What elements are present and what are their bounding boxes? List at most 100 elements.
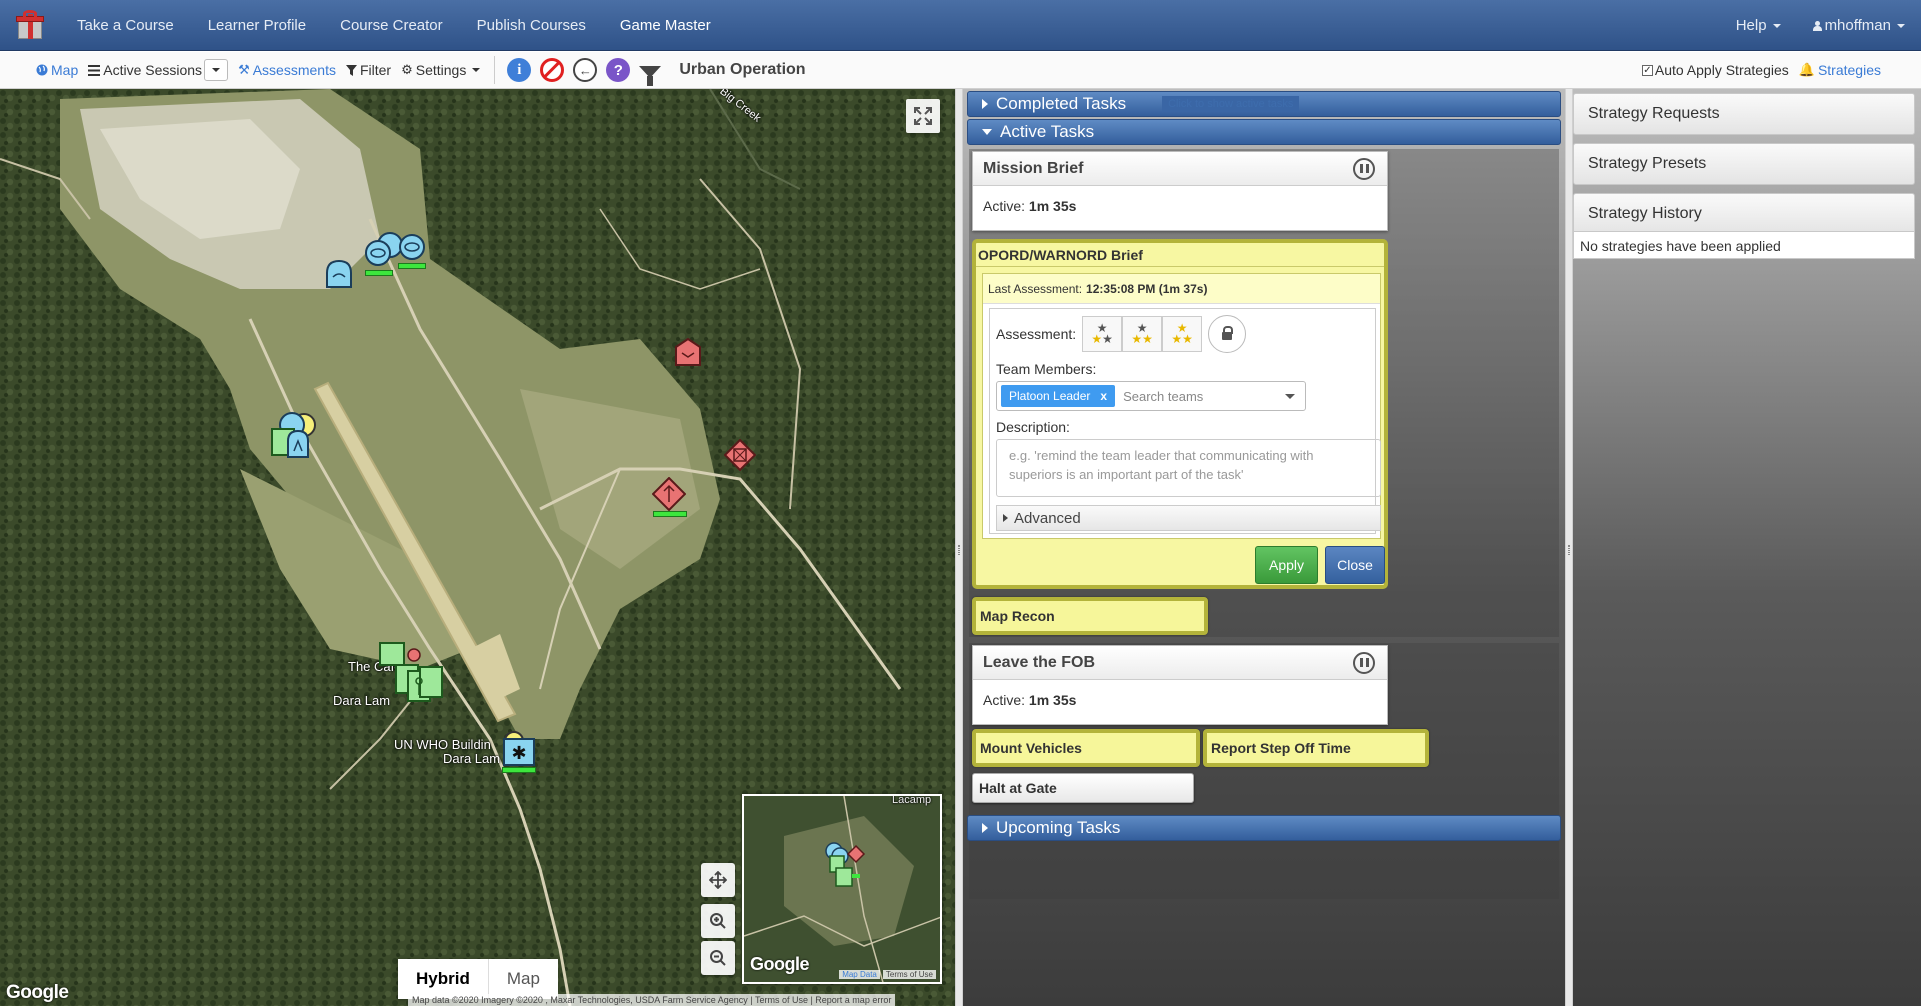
mount-vehicles-task[interactable]: Mount Vehicles xyxy=(972,729,1200,767)
assessment-box: Assessment: ★ ★★ ★ ★★ ★ ★★ Team Members: Pl… xyxy=(989,308,1381,534)
nav-course-creator[interactable]: Course Creator xyxy=(323,0,460,51)
task-group-2: Leave the FOB Active: 1m 35s Mount Vehic… xyxy=(969,643,1559,899)
map-recon-task[interactable]: Map Recon xyxy=(972,597,1208,635)
strategy-history-header[interactable]: Strategy History xyxy=(1573,193,1915,235)
nav-take-a-course[interactable]: Take a Course xyxy=(60,0,191,51)
upcoming-tasks-header[interactable]: Upcoming Tasks xyxy=(967,815,1561,841)
auto-apply-checkbox[interactable]: ✓ xyxy=(1641,64,1653,76)
satellite-map[interactable]: Big Creek The Cafe Dara Lam UN WHO Build… xyxy=(0,89,955,1006)
leave-fob-title: Leave the FOB xyxy=(983,653,1096,671)
mission-brief-task[interactable]: Mission Brief Active: 1m 35s xyxy=(972,151,1388,231)
team-members-label: Team Members: xyxy=(996,361,1097,377)
nav-publish-courses[interactable]: Publish Courses xyxy=(460,0,603,51)
info-icon[interactable]: i xyxy=(507,58,532,82)
completed-tasks-header[interactable]: Completed Tasks Click to show active tas… xyxy=(967,91,1561,117)
active-sessions-dropdown[interactable] xyxy=(204,59,229,81)
active-sessions-label: Active Sessions xyxy=(103,62,203,78)
apply-button[interactable]: Apply xyxy=(1255,546,1318,584)
hostile-unit-icon[interactable] xyxy=(674,337,702,367)
svg-text:✱: ✱ xyxy=(511,743,526,764)
advanced-toggle[interactable]: Advanced xyxy=(996,505,1381,531)
above-expectation-star-icon[interactable]: ★ ★★ xyxy=(1162,316,1203,352)
help-label: Help xyxy=(1735,16,1767,34)
overview-minimap[interactable]: Lacamp Google Map Data Terms of Use xyxy=(742,794,942,984)
pause-icon[interactable] xyxy=(1353,651,1375,674)
collapse-triangle-icon xyxy=(982,129,992,135)
caret-down-icon xyxy=(472,68,481,72)
dara-lam-label-2: Dara Lam xyxy=(443,751,501,766)
civilian-cluster-icon[interactable] xyxy=(378,641,458,711)
report-step-off-time-task[interactable]: Report Step Off Time xyxy=(1203,729,1429,767)
filter-button[interactable]: Filter xyxy=(345,62,391,78)
strategy-requests-header[interactable]: Strategy Requests xyxy=(1573,93,1915,135)
unit-health-bar xyxy=(398,263,426,269)
google-logo: Google xyxy=(6,982,69,1003)
active-tasks-header[interactable]: Active Tasks xyxy=(967,119,1561,145)
assessments-button[interactable]: ⚒ Assessments xyxy=(238,62,336,78)
assessments-label: Assessments xyxy=(252,62,336,78)
expand-icon xyxy=(914,107,932,125)
minimap-place-label: Lacamp xyxy=(892,794,932,806)
unlock-icon[interactable] xyxy=(1208,315,1247,353)
help-icon[interactable]: ? xyxy=(606,58,631,82)
map-label: Map xyxy=(51,62,79,78)
caret-down-icon xyxy=(1772,23,1781,28)
funnel-filter-icon[interactable] xyxy=(639,66,662,86)
team-members-select[interactable]: Platoon Leader x Search teams xyxy=(996,381,1306,411)
strategies-button[interactable]: 🔔 Strategies xyxy=(1799,62,1881,78)
filter-icon xyxy=(345,64,357,76)
strategy-history-empty: No strategies have been applied xyxy=(1573,231,1915,259)
team-chip-platoon-leader[interactable]: Platoon Leader x xyxy=(1001,385,1116,407)
scenario-title: Urban Operation xyxy=(679,61,806,78)
fullscreen-button[interactable] xyxy=(906,99,940,133)
strategy-presets-header[interactable]: Strategy Presets xyxy=(1573,143,1915,185)
tasks-panel: Completed Tasks Click to show active tas… xyxy=(963,89,1565,1006)
active-duration: 1m 35s xyxy=(1028,692,1077,708)
active-sessions-button[interactable]: Active Sessions xyxy=(88,59,229,81)
active-duration: 1m 35s xyxy=(1028,198,1077,214)
auto-apply-strategies-toggle[interactable]: ✓ Auto Apply Strategies xyxy=(1641,62,1789,78)
map-button[interactable]: Map xyxy=(36,62,78,78)
opord-warnord-task[interactable]: OPORD/WARNORD Brief Last Assessment: 12:3… xyxy=(972,239,1388,589)
map-type-map[interactable]: Map xyxy=(489,959,558,999)
zoom-in-button[interactable] xyxy=(701,904,735,938)
team-search-input[interactable]: Search teams xyxy=(1123,389,1279,404)
recenter-button[interactable] xyxy=(701,863,735,897)
game-master-toolbar: Map Active Sessions ⚒ Assessments Filter… xyxy=(0,52,1921,89)
friendly-unit-cluster-icon[interactable] xyxy=(268,411,324,461)
expand-triangle-icon xyxy=(1003,514,1008,522)
map-type-control: Hybrid Map xyxy=(398,959,558,999)
crosshair-move-icon xyxy=(709,871,727,889)
stop-session-icon[interactable] xyxy=(540,58,565,82)
help-menu[interactable]: Help xyxy=(1720,0,1797,51)
strategy-panel-splitter[interactable] xyxy=(1565,89,1573,1006)
nav-learner-profile[interactable]: Learner Profile xyxy=(191,0,323,51)
at-expectation-star-icon[interactable]: ★ ★★ xyxy=(1122,316,1163,352)
friendly-unit-icon[interactable] xyxy=(325,259,353,289)
below-expectation-star-icon[interactable]: ★ ★★ xyxy=(1082,316,1123,352)
mission-brief-title: Mission Brief xyxy=(983,159,1084,177)
user-menu[interactable]: mhoffman xyxy=(1797,0,1921,51)
remove-chip-icon[interactable]: x xyxy=(1100,389,1107,403)
description-textarea[interactable]: e.g. 'remind the team leader that commun… xyxy=(996,439,1381,497)
close-button[interactable]: Close xyxy=(1325,546,1385,584)
hostile-unit-icon[interactable] xyxy=(652,477,686,511)
minimap-map-data-link[interactable]: Map Data xyxy=(839,970,880,979)
unit-health-bar xyxy=(653,511,687,517)
last-assessment-label: Last Assessment: xyxy=(988,282,1083,296)
settings-menu[interactable]: ⚙ Settings xyxy=(401,62,481,78)
zoom-out-button[interactable] xyxy=(701,941,735,975)
nav-game-master[interactable]: Game Master xyxy=(603,0,728,51)
gift-logo-icon[interactable] xyxy=(0,0,60,51)
map-type-hybrid[interactable]: Hybrid xyxy=(398,959,489,999)
pause-icon[interactable] xyxy=(1353,157,1375,180)
map-panel-splitter[interactable] xyxy=(955,89,963,1006)
minimap-attribution: Map Data Terms of Use xyxy=(836,970,936,979)
leave-fob-task[interactable]: Leave the FOB Active: 1m 35s xyxy=(972,645,1388,725)
un-building-marker-icon[interactable]: ✱ xyxy=(498,731,540,771)
back-arrow-icon[interactable]: ← xyxy=(573,58,598,82)
halt-at-gate-task[interactable]: Halt at Gate xyxy=(972,773,1194,803)
map-attribution: Map data ©2020 Imagery ©2020 , Maxar Tec… xyxy=(408,994,896,1006)
hostile-unit-icon[interactable] xyxy=(724,439,756,471)
minimap-terms-link[interactable]: Terms of Use xyxy=(882,970,936,979)
